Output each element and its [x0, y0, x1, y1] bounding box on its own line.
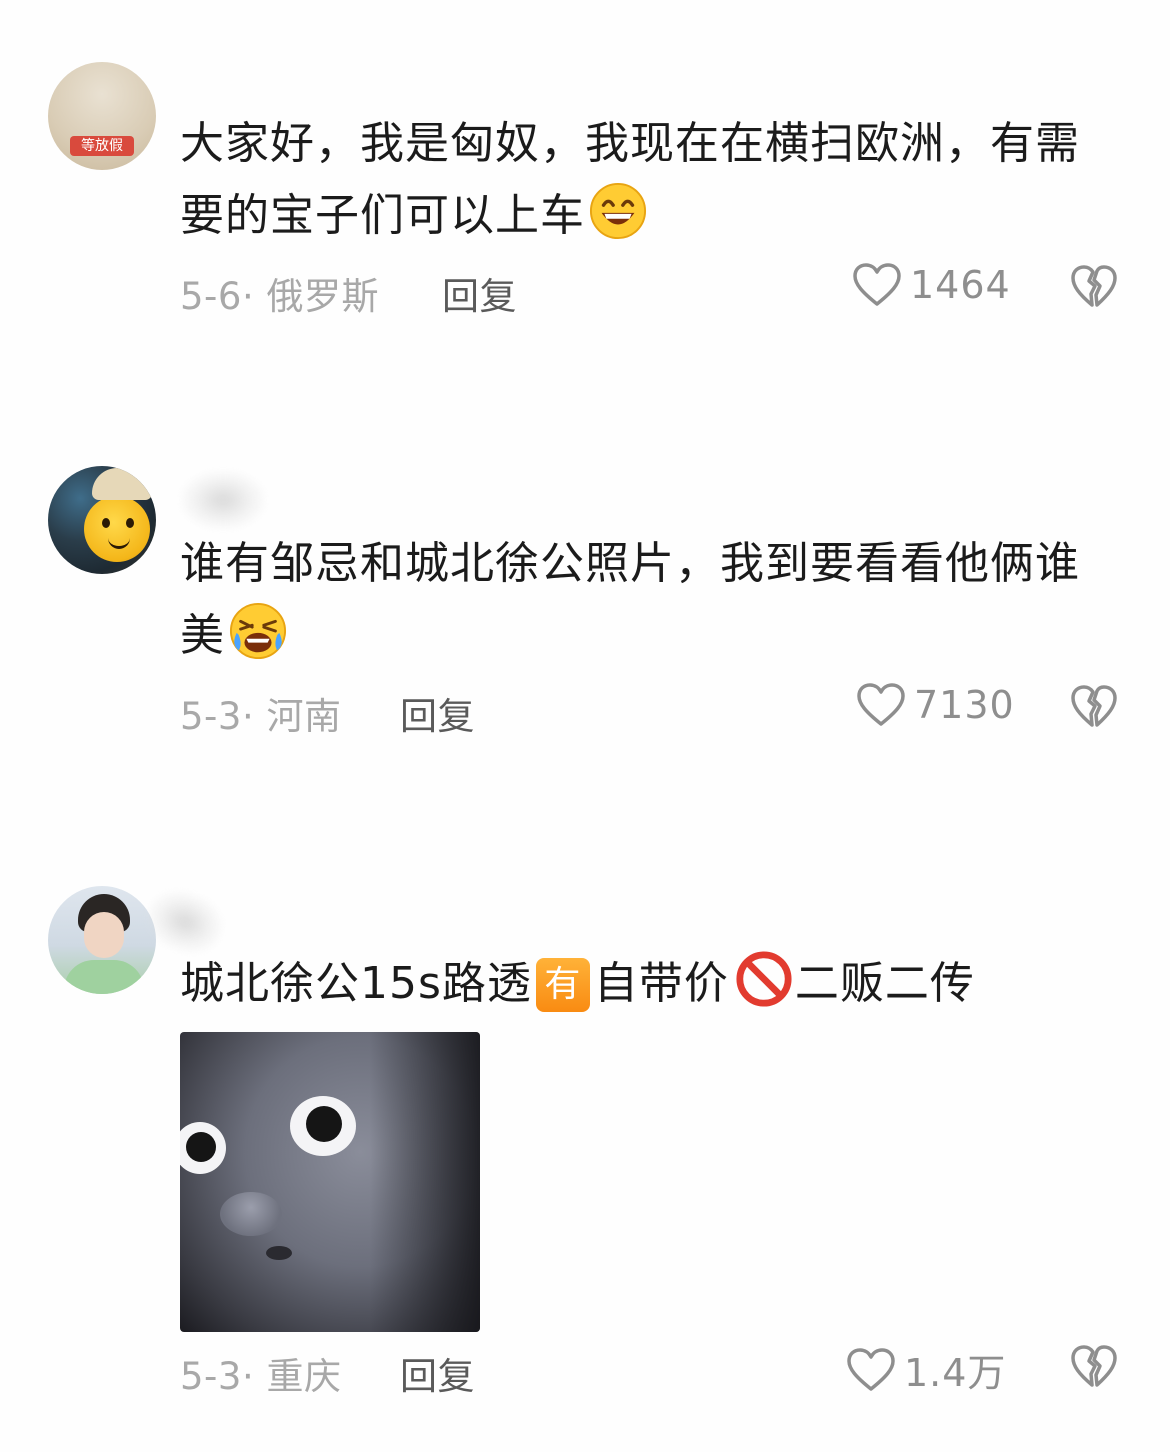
tag-badge: 有 — [535, 958, 590, 1012]
comment-text-part: 城北徐公15s路透 — [180, 958, 532, 1009]
avatar-eye — [102, 518, 110, 528]
reply-label: 回复 — [400, 1355, 475, 1398]
meta-separator: · — [241, 1355, 267, 1398]
like-count: 1.4万 — [904, 1351, 1007, 1395]
broken-heart-icon[interactable] — [1070, 1344, 1118, 1390]
like-button[interactable]: 7130 — [856, 682, 1015, 728]
comment-location: 河南 — [266, 695, 342, 738]
comment-text: 城北徐公15s路透有自带价 二贩二传 — [180, 948, 1100, 1020]
comment-location: 俄罗斯 — [266, 275, 379, 318]
comment-text-part: 自带价 — [593, 958, 729, 1009]
reply-button[interactable]: 回复 — [400, 1346, 475, 1400]
heart-icon — [857, 683, 905, 726]
avatar-shoulders — [64, 960, 144, 994]
image-pupil-left — [186, 1132, 216, 1162]
like-button[interactable]: 1464 — [852, 262, 1011, 308]
comment-text-body: 谁有邹忌和城北徐公照片，我到要看看他俩谁美 — [180, 538, 1080, 661]
comment-date: 5-3 — [180, 1355, 242, 1398]
avatar-hat — [92, 468, 152, 500]
like-count: 7130 — [914, 683, 1015, 727]
username-redacted — [180, 470, 266, 530]
comment-text-part: 二贩二传 — [794, 958, 975, 1009]
reply-button[interactable]: 回复 — [400, 686, 475, 740]
meta-separator: · — [241, 695, 267, 738]
comment-location: 重庆 — [266, 1355, 342, 1398]
heart-icon — [847, 1347, 895, 1391]
reply-label: 回复 — [400, 695, 475, 738]
image-nose — [220, 1192, 282, 1236]
meta-separator: · — [241, 275, 267, 318]
like-count: 1464 — [910, 263, 1011, 307]
grinning-face-icon — [589, 182, 647, 240]
avatar-emoji-figure — [84, 496, 150, 562]
comment-meta: 5-3· 河南 — [180, 686, 420, 738]
rolling-on-floor-laughing-icon — [229, 602, 287, 660]
avatar[interactable] — [48, 466, 156, 574]
image-mouth — [266, 1246, 292, 1260]
avatar[interactable] — [48, 886, 156, 994]
avatar-eye — [126, 518, 134, 528]
comment-meta: 5-3· 重庆 — [180, 1346, 420, 1398]
prohibited-icon — [736, 951, 792, 1007]
like-button[interactable]: 1.4万 — [846, 1342, 1006, 1397]
comment-date: 5-6 — [180, 275, 242, 318]
avatar-face — [84, 912, 124, 958]
heart-icon — [853, 263, 901, 306]
reply-button[interactable]: 回复 — [442, 266, 517, 320]
broken-heart-icon[interactable] — [1070, 684, 1118, 730]
comment-image[interactable] — [180, 1032, 480, 1332]
broken-heart-icon[interactable] — [1070, 264, 1118, 310]
reply-label: 回复 — [442, 275, 517, 318]
comment-date: 5-3 — [180, 695, 242, 738]
comment-text: 大家好，我是匈奴，我现在在横扫欧洲，有需要的宝子们可以上车 — [180, 108, 1100, 252]
avatar-badge: 等放假 — [70, 136, 134, 156]
image-shadow — [370, 1032, 480, 1332]
image-pupil-right — [306, 1106, 342, 1142]
avatar[interactable]: 等放假 — [48, 62, 156, 170]
comment-text: 谁有邹忌和城北徐公照片，我到要看看他俩谁美 — [180, 528, 1100, 672]
